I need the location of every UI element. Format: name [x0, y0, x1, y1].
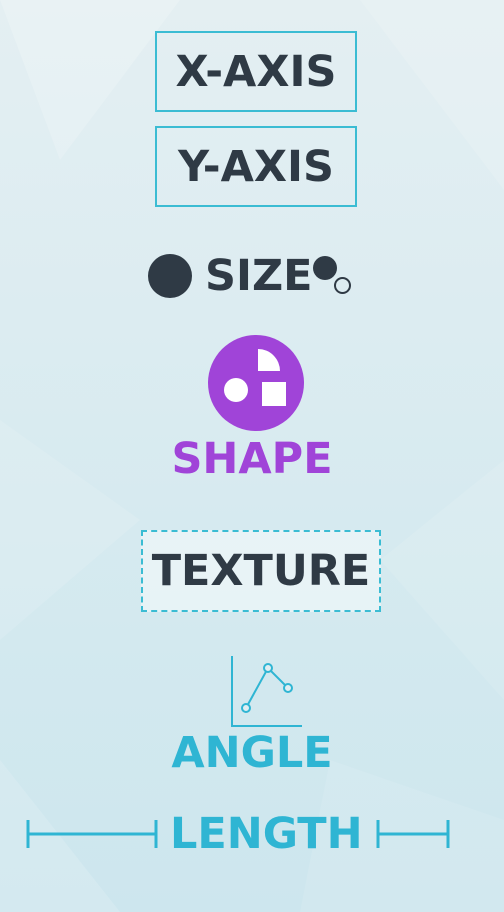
- angle-line-chart-icon: [231, 656, 302, 727]
- length-label: LENGTH: [170, 809, 363, 859]
- filled-circle-icon: [148, 254, 192, 298]
- texture-label: TEXTURE: [151, 546, 371, 596]
- x-axis-box: X-AXIS: [155, 31, 357, 112]
- length-bar-left-icon: [26, 820, 158, 848]
- y-axis-label: Y-AXIS: [177, 141, 335, 192]
- size-row: SIZE: [0, 250, 504, 302]
- x-axis-label: X-AXIS: [175, 46, 337, 97]
- outline-circle-icon: [334, 277, 351, 294]
- texture-box: TEXTURE: [141, 530, 381, 612]
- y-axis-box: Y-AXIS: [155, 126, 357, 207]
- small-circles-icon: [313, 256, 337, 280]
- angle-label: ANGLE: [171, 728, 333, 778]
- length-bar-right-icon: [376, 820, 450, 848]
- shapes-icon: [208, 335, 304, 431]
- size-label: SIZE: [205, 251, 313, 301]
- length-row: LENGTH: [0, 806, 504, 862]
- shape-label: SHAPE: [171, 434, 333, 484]
